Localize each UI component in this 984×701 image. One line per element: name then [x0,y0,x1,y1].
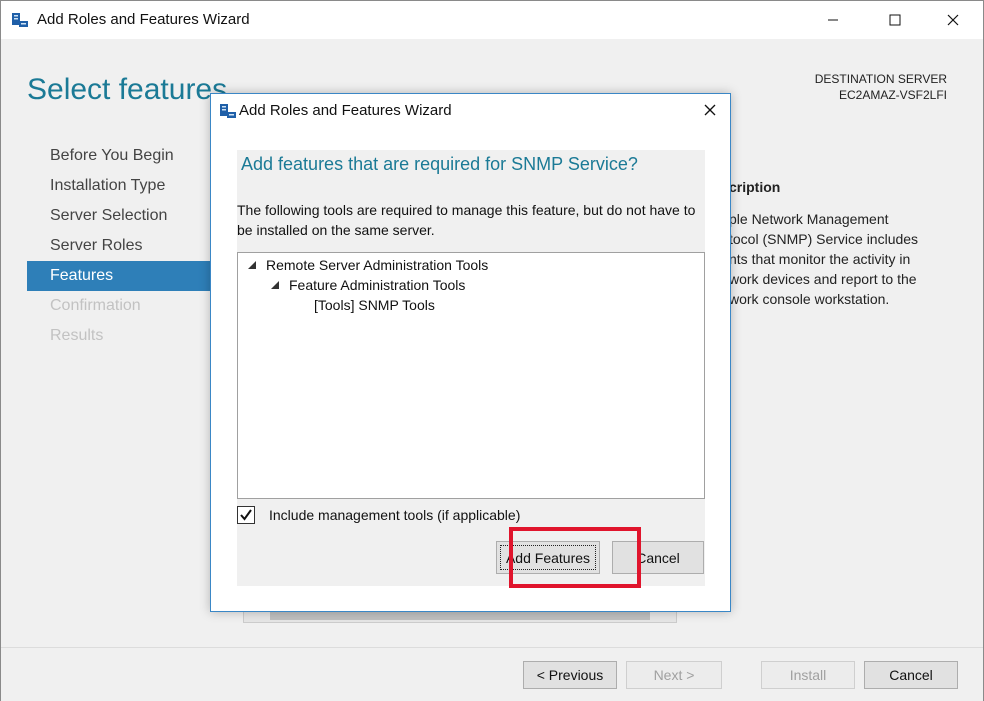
highlight-box [509,527,641,588]
window-title: Add Roles and Features Wizard [37,11,250,28]
install-button: Install [761,661,855,689]
minimize-icon [828,19,838,21]
tree-node-feature-administration-tools[interactable]: Feature Administration Tools [271,277,465,293]
minimize-button[interactable] [810,1,856,39]
description-heading: cription [729,179,781,195]
expanded-arrow-icon[interactable] [271,281,279,289]
required-tools-tree[interactable]: Remote Server Administration Tools Featu… [237,252,705,499]
expanded-arrow-icon[interactable] [248,261,256,269]
destination-label: DESTINATION SERVER [814,72,947,86]
nav-item-installation-type[interactable]: Installation Type [27,171,213,201]
checkmark-icon [240,509,252,521]
destination-server-info: DESTINATION SERVER EC2AMAZ-VSF2LFI [815,71,947,103]
page-title: Select features [27,73,228,106]
maximize-button[interactable] [872,1,918,39]
dialog-close-button[interactable] [697,98,723,122]
nav-item-confirmation: Confirmation [50,297,141,314]
dialog-description: The following tools are required to mana… [237,202,696,238]
close-icon [704,104,716,116]
tree-node-snmp-tools[interactable]: [Tools] SNMP Tools [314,297,435,313]
description-line: ple Network Management [729,211,889,227]
title-bar[interactable]: Add Roles and Features Wizard [1,1,983,39]
wizard-footer: < Previous Next > Install Cancel [1,647,983,701]
wizard-nav: Before You Begin Installation Type Serve… [27,141,213,351]
next-button: Next > [626,661,722,689]
tree-node-label: [Tools] SNMP Tools [314,297,435,313]
close-icon [947,14,959,26]
scrollbar-thumb[interactable] [270,612,650,620]
description-line: nts that monitor the activity in [729,251,911,267]
tree-node-label: Feature Administration Tools [289,277,466,293]
include-management-tools-label: Include management tools (if applicable) [269,507,521,523]
nav-item-results: Results [50,327,104,344]
description-line: work devices and report to the [729,271,917,287]
tree-node-label: Remote Server Administration Tools [266,257,489,273]
destination-server-name: EC2AMAZ-VSF2LFI [838,88,947,102]
cancel-button[interactable]: Cancel [864,661,958,689]
description-line: work console workstation. [729,291,890,307]
server-manager-icon [220,104,236,118]
nav-item-server-roles[interactable]: Server Roles [27,231,213,261]
description-line: tocol (SNMP) Service includes [729,231,919,247]
add-features-dialog: Add Roles and Features Wizard Add featur… [210,93,731,612]
dialog-title-bar[interactable]: Add Roles and Features Wizard [211,94,730,126]
close-button[interactable] [930,1,976,39]
nav-item-before-you-begin[interactable]: Before You Begin [27,141,213,171]
description-text: ple Network Management tocol (SNMP) Serv… [729,209,949,309]
nav-item-server-selection[interactable]: Server Selection [27,201,213,231]
dialog-title: Add Roles and Features Wizard [239,102,452,119]
include-management-tools-checkbox[interactable] [237,506,255,524]
include-management-tools-row[interactable]: Include management tools (if applicable) [237,506,520,524]
server-manager-icon [12,13,28,27]
tree-node-remote-server-administration-tools[interactable]: Remote Server Administration Tools [248,257,488,273]
previous-button[interactable]: < Previous [523,661,617,689]
dialog-body: Add features that are required for SNMP … [237,150,705,588]
maximize-icon [889,14,901,26]
dialog-heading: Add features that are required for SNMP … [241,154,638,174]
nav-item-features[interactable]: Features [27,261,213,291]
